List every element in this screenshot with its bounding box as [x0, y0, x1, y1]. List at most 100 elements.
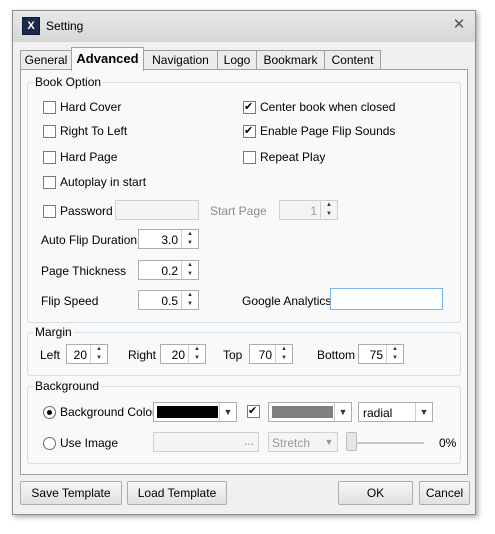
repeat-play-checkbox[interactable] [243, 151, 256, 164]
right-to-left-label: Right To Left [60, 124, 128, 138]
spin-up-icon[interactable]: ▲ [182, 291, 198, 300]
flip-speed-value: 0.5 [161, 294, 178, 308]
page-thickness-value: 0.2 [161, 264, 178, 278]
autoplay-checkbox[interactable] [43, 176, 56, 189]
spin-up-icon[interactable]: ▲ [276, 345, 292, 354]
background-color-radio[interactable] [43, 406, 56, 419]
start-page-label: Start Page [210, 204, 267, 218]
auto-flip-duration-value: 3.0 [161, 233, 178, 247]
margin-top-spinner[interactable]: 70 ▲ ▼ [249, 344, 293, 364]
margin-left-spinner[interactable]: 20 ▲ ▼ [66, 344, 108, 364]
auto-flip-spin-buttons[interactable]: ▲ ▼ [181, 230, 198, 248]
margin-top-spin-buttons[interactable]: ▲ ▼ [275, 345, 292, 363]
spin-up-icon[interactable]: ▲ [189, 345, 205, 354]
use-image-label: Use Image [60, 436, 119, 450]
google-analytics-label: Google Analytics [242, 294, 332, 308]
auto-flip-duration-spinner[interactable]: 3.0 ▲ ▼ [138, 229, 199, 249]
background-color-swatch [157, 406, 218, 418]
image-path-input[interactable]: ... [153, 432, 259, 452]
gradient-color-swatch [272, 406, 333, 418]
google-analytics-input[interactable] [330, 288, 443, 310]
hard-page-checkbox[interactable] [43, 151, 56, 164]
center-book-checkbox[interactable] [243, 100, 256, 114]
gradient-color-picker[interactable]: ▼ [268, 402, 352, 422]
margin-top-label: Top [223, 348, 243, 362]
password-label: Password [60, 204, 113, 218]
margin-right-label: Right [128, 348, 157, 362]
gradient-type-select[interactable]: radial ▼ [358, 402, 433, 422]
opacity-value: 0% [439, 436, 457, 450]
autoplay-label: Autoplay in start [60, 175, 147, 189]
margin-top-value: 70 [258, 348, 272, 362]
spin-down-icon[interactable]: ▼ [182, 300, 198, 309]
chevron-down-icon[interactable]: ▼ [321, 433, 337, 451]
flip-speed-label: Flip Speed [41, 294, 99, 308]
spin-down-icon[interactable]: ▼ [182, 239, 198, 248]
spin-up-icon[interactable]: ▲ [91, 345, 107, 354]
spin-down-icon[interactable]: ▼ [387, 354, 403, 363]
background-title: Background [33, 379, 102, 393]
flip-speed-spinner[interactable]: 0.5 ▲ ▼ [138, 290, 199, 310]
spin-down-icon[interactable]: ▼ [276, 354, 292, 363]
password-checkbox[interactable] [43, 205, 56, 218]
settings-dialog: X Setting ✕ General Advanced Navigation … [12, 10, 476, 515]
use-image-radio[interactable] [43, 437, 56, 450]
gradient-type-value: radial [363, 406, 393, 420]
page-thickness-spin-buttons[interactable]: ▲ ▼ [181, 261, 198, 279]
spin-down-icon[interactable]: ▼ [321, 210, 337, 219]
flip-sounds-checkbox[interactable] [243, 124, 256, 138]
browse-button[interactable]: ... [244, 434, 254, 448]
image-fit-select[interactable]: Stretch ▼ [268, 432, 338, 452]
spin-down-icon[interactable]: ▼ [91, 354, 107, 363]
background-color-picker[interactable]: ▼ [153, 402, 237, 422]
hard-page-label: Hard Page [60, 150, 118, 164]
auto-flip-duration-label: Auto Flip Duration [41, 233, 138, 247]
tab-general[interactable]: General [20, 50, 72, 70]
page-thickness-label: Page Thickness [41, 264, 127, 278]
tab-navigation[interactable]: Navigation [143, 50, 218, 70]
page-thickness-spinner[interactable]: 0.2 ▲ ▼ [138, 260, 199, 280]
cancel-button[interactable]: Cancel [419, 481, 470, 505]
opacity-slider-track[interactable] [348, 442, 424, 444]
spin-up-icon[interactable]: ▲ [182, 230, 198, 239]
margin-right-spinner[interactable]: 20 ▲ ▼ [160, 344, 206, 364]
right-to-left-checkbox[interactable] [43, 125, 56, 138]
spin-up-icon[interactable]: ▲ [321, 201, 337, 210]
margin-left-spin-buttons[interactable]: ▲ ▼ [90, 345, 107, 363]
margin-right-value: 20 [171, 348, 185, 362]
repeat-play-label: Repeat Play [260, 150, 326, 164]
chevron-down-icon[interactable]: ▼ [415, 403, 432, 421]
window-title: Setting [46, 19, 84, 33]
tab-logo[interactable]: Logo [217, 50, 257, 70]
spin-down-icon[interactable]: ▼ [182, 270, 198, 279]
save-template-button[interactable]: Save Template [20, 481, 122, 505]
chevron-down-icon[interactable]: ▼ [334, 403, 351, 421]
password-input[interactable] [115, 200, 199, 220]
app-icon: X [22, 17, 40, 35]
opacity-slider-thumb[interactable] [346, 432, 357, 451]
book-option-group: Book Option Hard Cover Right To Left Har… [27, 75, 461, 323]
flip-speed-spin-buttons[interactable]: ▲ ▼ [181, 291, 198, 309]
load-template-button[interactable]: Load Template [127, 481, 227, 505]
margin-bottom-spin-buttons[interactable]: ▲ ▼ [386, 345, 403, 363]
book-option-title: Book Option [33, 75, 104, 89]
background-color-label: Background Color [60, 405, 157, 419]
hard-cover-checkbox[interactable] [43, 101, 56, 114]
close-icon[interactable]: ✕ [449, 15, 469, 35]
tab-bookmark[interactable]: Bookmark [256, 50, 325, 70]
margin-bottom-label: Bottom [317, 348, 356, 362]
chevron-down-icon[interactable]: ▼ [219, 403, 236, 421]
tab-content[interactable]: Content [324, 50, 381, 70]
tab-advanced[interactable]: Advanced [71, 47, 144, 71]
center-book-label: Center book when closed [260, 100, 396, 114]
start-page-spinner[interactable]: 1 ▲ ▼ [279, 200, 338, 220]
gradient-checkbox[interactable] [247, 404, 260, 418]
start-page-spin-buttons[interactable]: ▲ ▼ [320, 201, 337, 219]
margin-bottom-spinner[interactable]: 75 ▲ ▼ [358, 344, 404, 364]
ok-button[interactable]: OK [338, 481, 413, 505]
spin-down-icon[interactable]: ▼ [189, 354, 205, 363]
advanced-panel: Book Option Hard Cover Right To Left Har… [20, 69, 468, 475]
margin-right-spin-buttons[interactable]: ▲ ▼ [188, 345, 205, 363]
spin-up-icon[interactable]: ▲ [387, 345, 403, 354]
spin-up-icon[interactable]: ▲ [182, 261, 198, 270]
